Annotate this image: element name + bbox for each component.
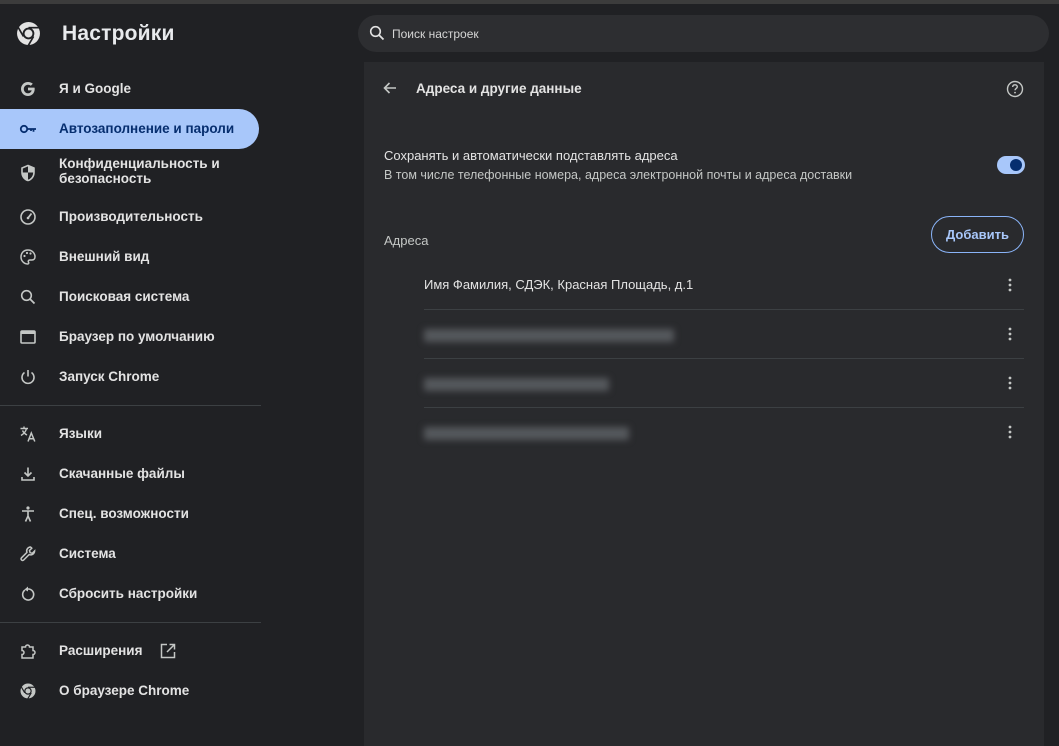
address-text-redacted xyxy=(424,329,674,342)
back-arrow-icon[interactable] xyxy=(380,78,400,98)
sidebar-item-label: Сбросить настройки xyxy=(59,586,198,601)
sidebar-item-label: Спец. возможности xyxy=(59,506,189,521)
add-address-button[interactable]: Добавить xyxy=(931,216,1024,253)
search-icon xyxy=(369,25,385,41)
sidebar-item-label: Расширения xyxy=(59,643,143,658)
sidebar-divider xyxy=(0,622,261,623)
sidebar-item-label: Языки xyxy=(59,426,102,441)
sidebar-item-default-browser[interactable]: Браузер по умолчанию xyxy=(0,317,259,357)
wrench-icon xyxy=(20,546,36,562)
sidebar-item-system[interactable]: Система xyxy=(0,534,259,574)
chrome-logo-icon xyxy=(17,22,40,46)
sidebar-item-label: Автозаполнение и пароли xyxy=(59,121,235,136)
chrome-icon xyxy=(20,683,36,700)
sidebar-item-label: Поисковая система xyxy=(59,289,190,304)
sidebar-item-label: Скачанные файлы xyxy=(59,466,185,481)
sidebar-item-you-and-google[interactable]: Я и Google xyxy=(0,69,259,109)
sidebar-item-label: Внешний вид xyxy=(59,249,150,264)
sidebar-item-label: Я и Google xyxy=(59,81,132,96)
settings-header: Настройки xyxy=(0,4,1059,62)
address-text: Имя Фамилия, СДЭК, Красная Площадь, д.1 xyxy=(424,277,694,292)
address-text-redacted xyxy=(424,427,629,440)
more-vert-icon[interactable] xyxy=(1001,423,1019,441)
speedometer-icon xyxy=(20,209,36,225)
google-icon xyxy=(21,82,35,96)
sidebar-item-performance[interactable]: Производительность xyxy=(0,197,259,237)
save-addresses-toggle[interactable] xyxy=(997,156,1025,174)
sidebar-item-label: Запуск Chrome xyxy=(59,369,160,384)
power-icon xyxy=(21,370,35,385)
translate-icon xyxy=(20,426,36,442)
save-addresses-subtitle: В том числе телефонные номера, адреса эл… xyxy=(384,168,853,182)
sidebar-item-downloads[interactable]: Скачанные файлы xyxy=(0,454,259,494)
addresses-section-label: Адреса xyxy=(384,233,429,248)
sidebar-item-extensions[interactable]: Расширения xyxy=(0,631,259,671)
help-icon[interactable] xyxy=(1006,80,1024,98)
open-in-new-icon[interactable] xyxy=(159,642,177,660)
sidebar-item-autofill[interactable]: Автозаполнение и пароли xyxy=(0,109,259,149)
address-row[interactable] xyxy=(424,358,1024,407)
shield-icon xyxy=(21,164,35,182)
browser-window-icon xyxy=(20,330,36,344)
sidebar-item-search-engine[interactable]: Поисковая система xyxy=(0,277,259,317)
toggle-knob xyxy=(1010,159,1022,171)
sidebar-item-appearance[interactable]: Внешний вид xyxy=(0,237,259,277)
sidebar-item-label: Система xyxy=(59,546,116,561)
reset-icon xyxy=(21,586,35,601)
save-addresses-title: Сохранять и автоматически подставлять ад… xyxy=(384,148,678,163)
sidebar-item-privacy[interactable]: Конфиденциальность и безопасность xyxy=(0,153,259,193)
address-row[interactable] xyxy=(424,309,1024,358)
sidebar-divider xyxy=(0,405,261,406)
sidebar-item-reset[interactable]: Сбросить настройки xyxy=(0,574,259,614)
search-input[interactable] xyxy=(392,15,1032,52)
sidebar-item-on-startup[interactable]: Запуск Chrome xyxy=(0,357,259,397)
accessibility-icon xyxy=(22,506,34,522)
sidebar-item-label: Конфиденциальность и безопасность xyxy=(59,156,220,186)
sidebar-item-languages[interactable]: Языки xyxy=(0,414,259,454)
sidebar: Я и Google Автозаполнение и пароли Конфи… xyxy=(0,62,262,746)
more-vert-icon[interactable] xyxy=(1001,374,1019,392)
puzzle-icon xyxy=(21,644,36,659)
search-box[interactable] xyxy=(358,15,1049,52)
addresses-settings-card: Адреса и другие данные Сохранять и автом… xyxy=(364,62,1044,746)
more-vert-icon[interactable] xyxy=(1001,276,1019,294)
sidebar-item-label: Браузер по умолчанию xyxy=(59,329,215,344)
address-text-redacted xyxy=(424,378,609,391)
subpage-title: Адреса и другие данные xyxy=(416,81,582,96)
sidebar-item-label: О браузере Chrome xyxy=(59,683,190,698)
sidebar-item-about-chrome[interactable]: О браузере Chrome xyxy=(0,671,259,711)
sidebar-item-label: Производительность xyxy=(59,209,203,224)
key-icon xyxy=(19,124,36,134)
download-icon xyxy=(21,467,35,481)
address-row[interactable] xyxy=(424,407,1024,456)
palette-icon xyxy=(20,249,36,265)
address-row[interactable]: Имя Фамилия, СДЭК, Красная Площадь, д.1 xyxy=(424,261,1024,310)
page-title: Настройки xyxy=(62,22,175,45)
search-icon xyxy=(20,289,36,305)
more-vert-icon[interactable] xyxy=(1001,325,1019,343)
sidebar-item-accessibility[interactable]: Спец. возможности xyxy=(0,494,259,534)
